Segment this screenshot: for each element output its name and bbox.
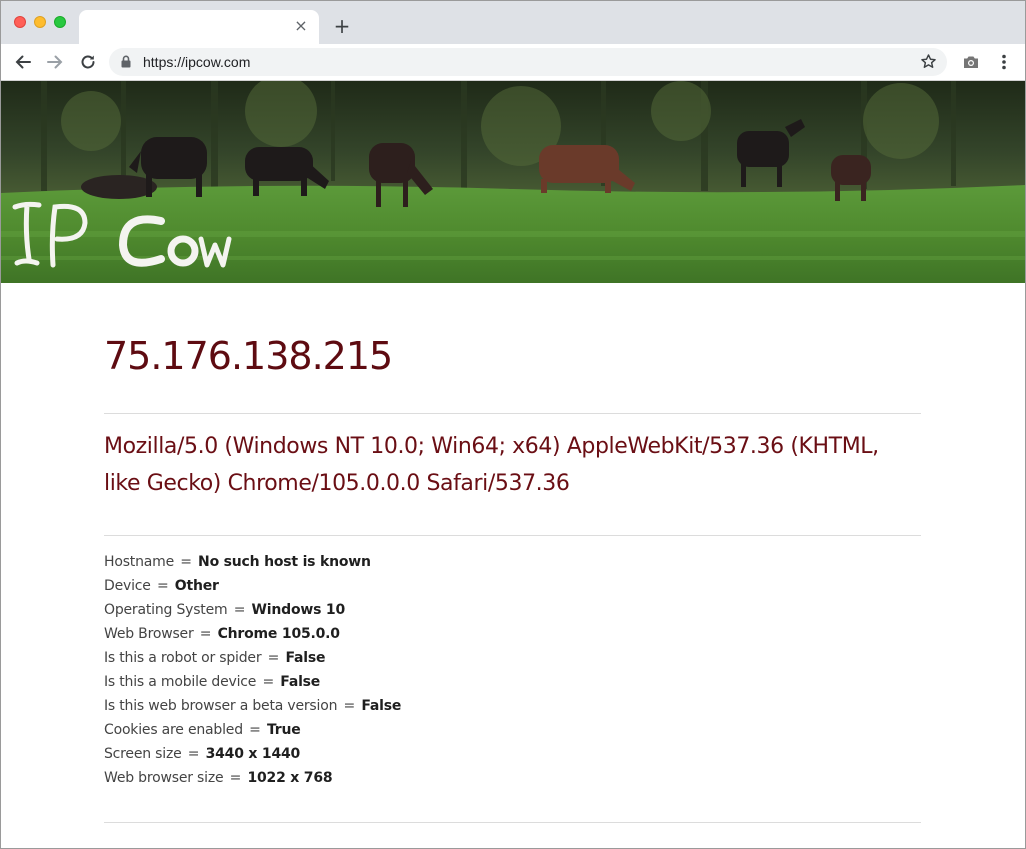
- details-list: Hostname = No such host is known Device …: [104, 550, 921, 790]
- detail-label: Web Browser: [104, 626, 194, 642]
- more-menu-icon[interactable]: [992, 50, 1016, 74]
- ip-address: 75.176.138.215: [104, 334, 393, 378]
- detail-label: Device: [104, 578, 151, 594]
- detail-row-os: Operating System = Windows 10: [104, 602, 346, 618]
- back-arrow-icon[interactable]: [11, 50, 35, 74]
- detail-value: 3440 x 1440: [205, 746, 301, 762]
- tab-close-icon[interactable]: ×: [291, 16, 311, 36]
- detail-row-beta: Is this web browser a beta version = Fal…: [104, 698, 402, 714]
- new-tab-button[interactable]: +: [331, 15, 353, 37]
- detail-value: 1022 x 768: [247, 770, 333, 786]
- reload-icon[interactable]: [76, 50, 100, 74]
- detail-row-browser: Web Browser = Chrome 105.0.0: [104, 626, 340, 642]
- detail-value: False: [280, 674, 321, 690]
- tab-strip: × +: [1, 1, 1025, 44]
- detail-row-hostname: Hostname = No such host is known: [104, 554, 371, 570]
- detail-label: Screen size: [104, 746, 182, 762]
- divider: [104, 413, 921, 414]
- detail-value: True: [266, 722, 301, 738]
- detail-value: Windows 10: [251, 602, 346, 618]
- detail-value: False: [361, 698, 402, 714]
- detail-value: Chrome 105.0.0: [217, 626, 340, 642]
- detail-row-mobile: Is this a mobile device = False: [104, 674, 321, 690]
- lock-icon: [121, 55, 131, 73]
- user-agent: Mozilla/5.0 (Windows NT 10.0; Win64; x64…: [104, 434, 879, 496]
- star-icon[interactable]: [920, 53, 937, 75]
- camera-icon[interactable]: [959, 50, 983, 74]
- url-text: https://ipcow.com: [143, 54, 251, 70]
- divider: [104, 822, 921, 823]
- window-maximize-button[interactable]: [54, 16, 66, 28]
- detail-value: No such host is known: [198, 554, 371, 570]
- detail-label: Web browser size: [104, 770, 224, 786]
- detail-value: Other: [174, 578, 219, 594]
- detail-value: False: [285, 650, 326, 666]
- window-minimize-button[interactable]: [34, 16, 46, 28]
- detail-label: Is this a robot or spider: [104, 650, 262, 666]
- detail-label: Hostname: [104, 554, 174, 570]
- detail-label: Operating System: [104, 602, 228, 618]
- browser-tab[interactable]: ×: [79, 10, 319, 44]
- detail-row-robot: Is this a robot or spider = False: [104, 650, 326, 666]
- window-close-button[interactable]: [14, 16, 26, 28]
- header-banner: [1, 81, 1025, 283]
- detail-label: Is this web browser a beta version: [104, 698, 338, 714]
- detail-row-cookies: Cookies are enabled = True: [104, 722, 301, 738]
- detail-row-screen-size: Screen size = 3440 x 1440: [104, 746, 301, 762]
- detail-label: Is this a mobile device: [104, 674, 257, 690]
- address-bar[interactable]: https://ipcow.com: [109, 48, 947, 76]
- browser-toolbar: https://ipcow.com: [1, 44, 1025, 81]
- detail-row-device: Device = Other: [104, 578, 219, 594]
- detail-label: Cookies are enabled: [104, 722, 243, 738]
- browser-window: × + https://ipcow.com 75.176.138.215 Moz…: [0, 0, 1026, 849]
- forward-arrow-icon[interactable]: [43, 50, 67, 74]
- main-content: 75.176.138.215 Mozilla/5.0 (Windows NT 1…: [104, 283, 921, 823]
- cow-field-image: [1, 81, 1025, 283]
- detail-row-browser-size: Web browser size = 1022 x 768: [104, 770, 333, 786]
- divider: [104, 535, 921, 536]
